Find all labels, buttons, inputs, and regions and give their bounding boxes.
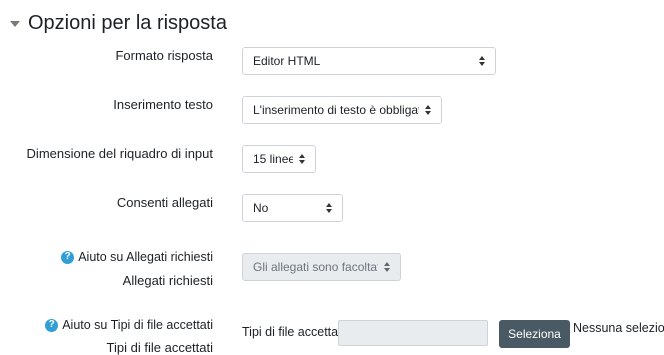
formato-risposta-value: Editor HTML	[253, 54, 321, 68]
allegati-richiesti-help-link[interactable]: ? Aiuto su Allegati richiesti	[61, 250, 213, 264]
formato-risposta-label: Formato risposta	[115, 48, 213, 63]
select-arrows-icon	[326, 203, 332, 213]
tipi-file-help-text: Aiuto su Tipi di file accettati	[62, 318, 213, 332]
select-arrows-icon	[479, 56, 485, 66]
dimensione-riquadro-select[interactable]: 15 linee	[242, 145, 316, 173]
dimensione-riquadro-label: Dimensione del riquadro di input	[26, 146, 213, 161]
tipi-file-help-link[interactable]: ? Aiuto su Tipi di file accettati	[45, 318, 213, 332]
inserimento-testo-select[interactable]: L'inserimento di testo è obbligatorio	[242, 96, 442, 124]
question-circle-icon: ?	[61, 250, 75, 264]
section-title: Opzioni per la risposta	[28, 11, 227, 34]
inserimento-testo-label: Inserimento testo	[113, 97, 213, 112]
dimensione-riquadro-value: 15 linee	[253, 152, 293, 166]
allegati-richiesti-label: Allegati richiesti	[122, 273, 213, 288]
allegati-richiesti-help-text: Aiuto su Allegati richiesti	[78, 250, 213, 264]
nessuna-selezione-status: Nessuna selezione	[573, 321, 664, 335]
consenti-allegati-label: Consenti allegati	[116, 195, 213, 210]
inserimento-testo-value: L'inserimento di testo è obbligatorio	[253, 103, 419, 117]
allegati-richiesti-select: Gli allegati sono facoltativi	[242, 253, 401, 281]
tipi-file-input[interactable]	[338, 320, 488, 346]
allegati-richiesti-value: Gli allegati sono facoltativi	[253, 260, 378, 274]
select-arrows-icon	[299, 154, 305, 164]
formato-risposta-select[interactable]: Editor HTML	[242, 47, 496, 75]
tipi-file-inline-label: Tipi di file accettati	[242, 325, 345, 339]
consenti-allegati-value: No	[253, 201, 269, 215]
caret-down-icon	[10, 21, 20, 27]
select-arrows-icon	[425, 105, 431, 115]
question-circle-icon: ?	[45, 318, 59, 332]
consenti-allegati-select[interactable]: No	[242, 194, 343, 222]
section-toggle[interactable]: Opzioni per la risposta	[10, 8, 227, 38]
select-arrows-icon	[384, 262, 390, 272]
seleziona-button[interactable]: Seleziona	[499, 320, 570, 348]
